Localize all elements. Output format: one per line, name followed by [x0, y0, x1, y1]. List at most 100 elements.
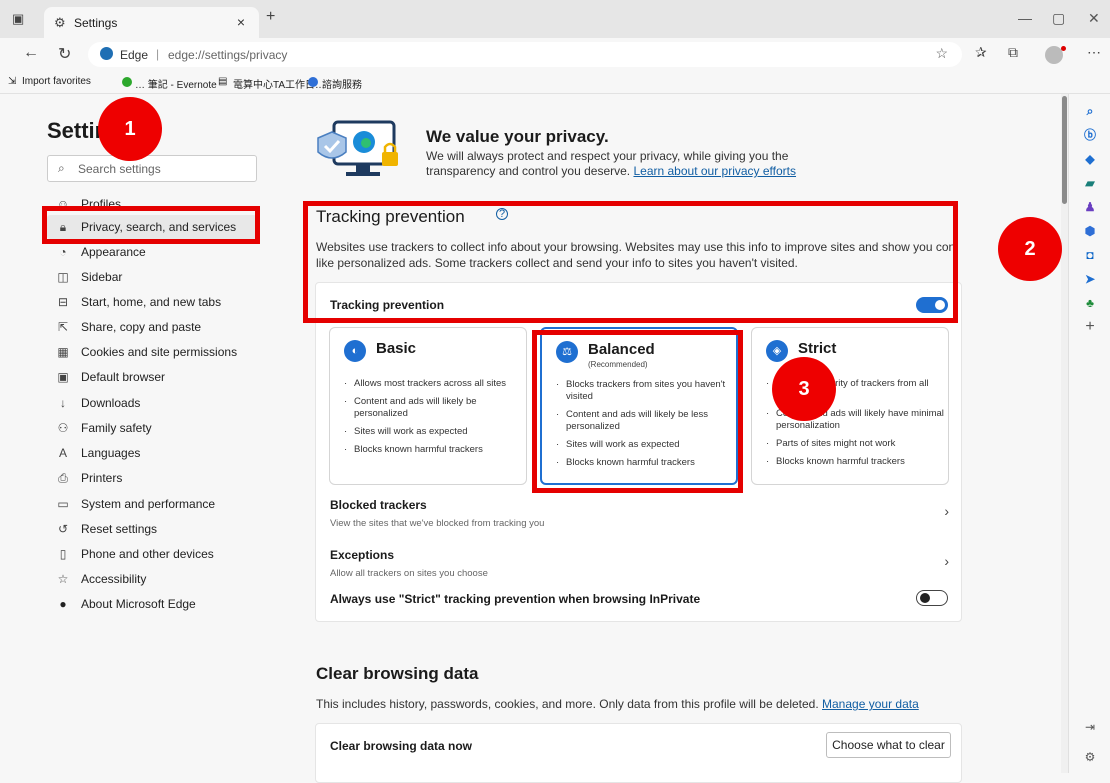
edge-icon — [100, 47, 113, 60]
sidebar-item-accessibility[interactable]: ☆ Accessibility — [47, 567, 257, 591]
sidebar-item-cookies[interactable]: ▦ Cookies and site permissions — [47, 340, 257, 364]
favorite-evernote[interactable]: … 筆記 - Evernote — [135, 76, 217, 91]
reset-icon: ↺ — [57, 522, 69, 536]
more-options-icon[interactable]: ⋯ — [1087, 44, 1101, 61]
sidebar-item-downloads[interactable]: ↓ Downloads — [47, 391, 257, 415]
phone-icon: ▯ — [59, 547, 67, 561]
url-text[interactable]: edge://settings/privacy — [168, 48, 287, 62]
new-tab-button[interactable]: + — [266, 8, 275, 26]
tools-icon[interactable]: ▰ — [1083, 176, 1097, 190]
address-separator: | — [156, 47, 160, 61]
annotation-badge-2: 2 — [998, 217, 1062, 281]
collections-icon[interactable]: ⧉ — [1008, 44, 1018, 61]
toggle-knob — [920, 593, 930, 603]
strict-inprivate-toggle[interactable] — [916, 590, 948, 606]
family-icon: ⚇ — [57, 421, 69, 435]
tab-actions-icon[interactable]: ▣ — [12, 11, 24, 27]
row-title: Always use "Strict" tracking prevention … — [330, 592, 701, 606]
hide-sidebar-icon[interactable]: ⇥ — [1083, 720, 1097, 734]
back-icon[interactable]: ← — [23, 44, 39, 62]
hero-text: We will always protect and respect your … — [426, 149, 826, 179]
minimize-button[interactable]: — — [1018, 10, 1032, 26]
globe-icon — [308, 77, 318, 87]
scrollbar-thumb[interactable] — [1062, 96, 1067, 204]
sidebar-item-sidebar[interactable]: ◫ Sidebar — [47, 265, 257, 289]
annotation-box-3 — [532, 330, 743, 493]
sidebar-icon: ◫ — [57, 270, 69, 284]
sidebar-item-about[interactable]: ● About Microsoft Edge — [47, 592, 257, 616]
annotation-box-1 — [42, 206, 260, 244]
sidebar-item-label: Printers — [81, 471, 123, 485]
shopping-tag-icon[interactable]: ◆ — [1083, 152, 1097, 166]
telegram-icon[interactable]: ➤ — [1083, 272, 1097, 286]
gear-icon[interactable]: ⚙ — [1083, 750, 1097, 764]
choose-what-to-clear-button[interactable]: Choose what to clear — [826, 732, 951, 758]
cookie-icon: ▦ — [57, 345, 69, 359]
favorite-consult[interactable]: 諮詢服務 — [322, 76, 362, 91]
chevron-right-icon: › — [944, 553, 949, 569]
scrollbar[interactable] — [1061, 94, 1068, 773]
sidebar-item-languages[interactable]: A Languages — [47, 441, 257, 465]
maximize-button[interactable]: ▢ — [1052, 10, 1065, 27]
sidebar-item-family[interactable]: ⚇ Family safety — [47, 416, 257, 440]
sidebar-item-label: Appearance — [81, 245, 146, 259]
clear-browsing-data-card: Clear browsing data now Choose what to c… — [315, 723, 962, 783]
favorites-icon[interactable]: ✰ — [975, 44, 987, 61]
search-placeholder: Search settings — [78, 162, 161, 176]
sidebar-item-label: Downloads — [81, 396, 141, 410]
favorite-import[interactable]: Import favorites — [22, 76, 91, 87]
manage-data-link[interactable]: Manage your data — [822, 697, 919, 711]
site-label: Edge — [120, 48, 149, 62]
privacy-illustration — [317, 120, 398, 176]
sidebar-item-label: Sidebar — [81, 270, 123, 284]
outlook-icon[interactable]: ◘ — [1083, 248, 1097, 262]
refresh-icon[interactable]: ↻ — [58, 44, 71, 64]
close-window-button[interactable]: ✕ — [1088, 10, 1100, 27]
row-subtitle: Allow all trackers on sites you choose — [330, 568, 488, 579]
office-icon[interactable]: ⬢ — [1083, 224, 1097, 238]
search-icon: ⌕ — [58, 161, 65, 175]
title-bar: ▣ ⚙ Settings × + — ▢ ✕ — [0, 0, 1110, 38]
accessibility-icon: ☆ — [57, 572, 69, 586]
sidebar-item-reset[interactable]: ↺ Reset settings — [47, 517, 257, 541]
bullet: Sites will work as expected — [344, 426, 522, 438]
sidebar-item-label: Languages — [81, 446, 141, 460]
level-title: Strict — [798, 340, 837, 357]
printer-icon: ⎙ — [58, 471, 68, 485]
sidebar-item-system[interactable]: ▭ System and performance — [47, 492, 257, 516]
close-tab-icon[interactable]: × — [237, 14, 245, 30]
sidebar-item-share[interactable]: ⇱ Share, copy and paste — [47, 315, 257, 339]
sidebar-item-start-home[interactable]: ⊟ Start, home, and new tabs — [47, 290, 257, 314]
tree-icon[interactable]: ♣ — [1083, 296, 1097, 310]
exceptions-row[interactable]: Exceptions Allow all trackers on sites y… — [316, 539, 963, 589]
sidebar-item-label: Start, home, and new tabs — [81, 295, 222, 309]
sidebar-item-label: Family safety — [81, 421, 152, 435]
tab-title: Settings — [74, 16, 118, 30]
address-bar[interactable]: Edge | edge://settings/privacy ☆ — [88, 42, 962, 67]
sidebar-item-phone[interactable]: ▯ Phone and other devices — [47, 542, 257, 566]
strict-inprivate-row: Always use "Strict" tracking prevention … — [316, 583, 963, 619]
download-icon: ↓ — [60, 396, 66, 410]
bing-icon[interactable]: ⓑ — [1083, 128, 1097, 142]
bullet: Allows most trackers across all sites — [344, 378, 522, 390]
level-basic-card[interactable]: ◐ Basic Allows most trackers across all … — [329, 327, 527, 485]
annotation-box-2 — [303, 201, 958, 323]
favorite-star-icon[interactable]: ☆ — [935, 45, 948, 62]
search-icon[interactable]: ⌕ — [1083, 104, 1097, 118]
sidebar-item-printers[interactable]: ⎙ Printers — [47, 466, 257, 490]
blocked-trackers-row[interactable]: Blocked trackers View the sites that we'… — [316, 489, 963, 539]
search-input[interactable]: ⌕ Search settings — [47, 155, 257, 182]
add-icon[interactable]: + — [1083, 319, 1097, 335]
language-icon: A — [58, 446, 67, 460]
games-icon[interactable]: ♟ — [1083, 200, 1097, 214]
privacy-efforts-link[interactable]: Learn about our privacy efforts — [633, 164, 796, 178]
hero-title: We value your privacy. — [426, 127, 609, 146]
tab-settings[interactable]: ⚙ Settings × — [44, 7, 259, 38]
sidebar-item-default-browser[interactable]: ▣ Default browser — [47, 365, 257, 389]
sidebar-item-label: Cookies and site permissions — [81, 345, 238, 359]
import-favorites-icon: ⇲ — [8, 76, 17, 87]
navigation-bar: ← ↻ Edge | edge://settings/privacy ☆ ✰ ⧉… — [0, 38, 1110, 70]
bullet: Content and ads will likely be personali… — [344, 396, 522, 420]
row-title: Exceptions — [330, 548, 395, 562]
strict-level-icon: ◈ — [766, 340, 788, 362]
